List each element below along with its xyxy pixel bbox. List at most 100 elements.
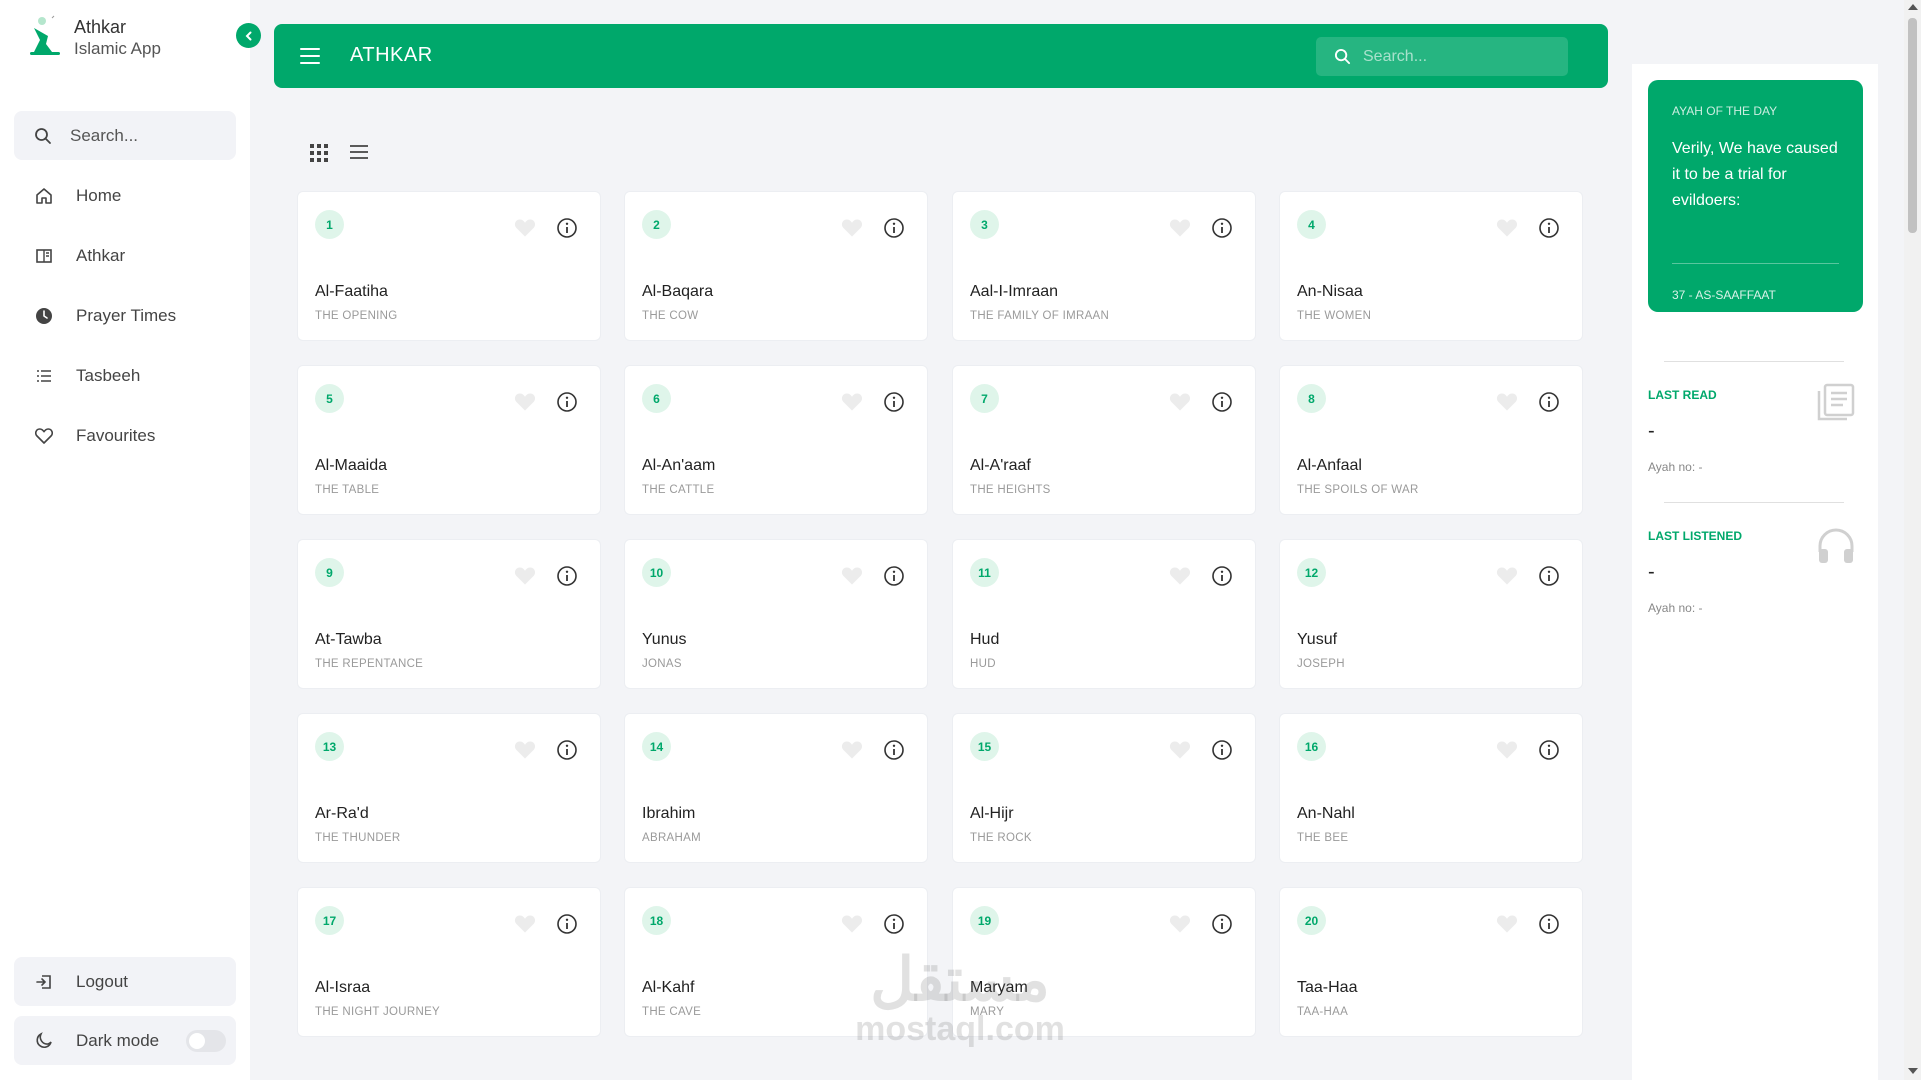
dark-mode-row: Dark mode bbox=[14, 1016, 236, 1065]
info-icon[interactable] bbox=[1538, 391, 1560, 413]
favourite-heart-icon[interactable] bbox=[1496, 392, 1518, 412]
dark-mode-toggle[interactable] bbox=[186, 1030, 226, 1052]
surah-card[interactable]: 10 Yunus JONAS bbox=[624, 539, 928, 689]
info-icon[interactable] bbox=[556, 913, 578, 935]
last-listened-heading: LAST LISTENED bbox=[1648, 529, 1743, 543]
app-logo-icon bbox=[28, 14, 62, 58]
surah-card[interactable]: 1 Al-Faatiha THE OPENING bbox=[297, 191, 601, 341]
scroll-up-arrow-icon[interactable] bbox=[1908, 4, 1918, 10]
sidebar-item-athkar[interactable]: Athkar bbox=[14, 233, 236, 279]
surah-card[interactable]: 17 Al-Israa THE NIGHT JOURNEY bbox=[297, 887, 601, 1037]
surah-card[interactable]: 7 Al-A'raaf THE HEIGHTS bbox=[952, 365, 1256, 515]
favourite-heart-icon[interactable] bbox=[1496, 914, 1518, 934]
surah-number-badge: 14 bbox=[642, 732, 671, 761]
favourite-heart-icon[interactable] bbox=[1169, 218, 1191, 238]
info-icon[interactable] bbox=[556, 739, 578, 761]
surah-card[interactable]: 3 Aal-I-Imraan THE FAMILY OF IMRAAN bbox=[952, 191, 1256, 341]
surah-card[interactable]: 5 Al-Maaida THE TABLE bbox=[297, 365, 601, 515]
favourite-heart-icon[interactable] bbox=[514, 218, 536, 238]
info-icon[interactable] bbox=[1538, 739, 1560, 761]
surah-name: An-Nisaa bbox=[1297, 283, 1363, 300]
search-icon bbox=[35, 127, 51, 144]
surah-card[interactable]: 4 An-Nisaa THE WOMEN bbox=[1279, 191, 1583, 341]
right-panel: AYAH OF THE DAY Verily, We have caused i… bbox=[1632, 64, 1878, 1080]
favourite-heart-icon[interactable] bbox=[1496, 218, 1518, 238]
hamburger-menu-icon[interactable] bbox=[300, 48, 320, 64]
brand[interactable]: Athkar Islamic App bbox=[28, 14, 161, 60]
ayah-of-the-day-card[interactable]: AYAH OF THE DAY Verily, We have caused i… bbox=[1648, 80, 1863, 312]
favourite-heart-icon[interactable] bbox=[514, 392, 536, 412]
favourite-heart-icon[interactable] bbox=[841, 740, 863, 760]
scrollbar-thumb[interactable] bbox=[1908, 18, 1917, 233]
collapse-sidebar-button[interactable] bbox=[236, 23, 261, 48]
surah-name: Aal-I-Imraan bbox=[970, 283, 1059, 300]
surah-number-badge: 5 bbox=[315, 384, 344, 413]
info-icon[interactable] bbox=[883, 739, 905, 761]
dark-mode-label: Dark mode bbox=[76, 1030, 160, 1050]
surah-card[interactable]: 12 Yusuf JOSEPH bbox=[1279, 539, 1583, 689]
surah-card[interactable]: 2 Al-Baqara THE COW bbox=[624, 191, 928, 341]
favourite-heart-icon[interactable] bbox=[841, 218, 863, 238]
surah-card[interactable]: 14 Ibrahim ABRAHAM bbox=[624, 713, 928, 863]
header-search[interactable] bbox=[1316, 37, 1568, 76]
sidebar-item-home[interactable]: Home bbox=[14, 173, 236, 219]
favourite-heart-icon[interactable] bbox=[514, 914, 536, 934]
favourite-heart-icon[interactable] bbox=[841, 914, 863, 934]
info-icon[interactable] bbox=[883, 217, 905, 239]
info-icon[interactable] bbox=[556, 391, 578, 413]
favourite-heart-icon[interactable] bbox=[514, 740, 536, 760]
scroll-down-arrow-icon[interactable] bbox=[1908, 1068, 1918, 1074]
surah-card[interactable]: 11 Hud HUD bbox=[952, 539, 1256, 689]
logout-button[interactable]: Logout bbox=[14, 957, 236, 1006]
favourite-heart-icon[interactable] bbox=[1496, 740, 1518, 760]
clock-icon bbox=[34, 306, 54, 326]
sidebar-item-label: Athkar bbox=[76, 246, 126, 265]
surah-meaning: THE CAVE bbox=[642, 1006, 702, 1018]
info-icon[interactable] bbox=[1538, 565, 1560, 587]
favourite-heart-icon[interactable] bbox=[1169, 914, 1191, 934]
info-icon[interactable] bbox=[883, 565, 905, 587]
surah-name: Al-Baqara bbox=[642, 283, 714, 300]
favourite-heart-icon[interactable] bbox=[841, 392, 863, 412]
header-search-input[interactable] bbox=[1363, 47, 1563, 66]
info-icon[interactable] bbox=[883, 913, 905, 935]
grid-view-icon[interactable] bbox=[310, 144, 328, 162]
surah-meaning: THE FAMILY OF IMRAAN bbox=[970, 310, 1110, 322]
favourite-heart-icon[interactable] bbox=[1169, 566, 1191, 586]
info-icon[interactable] bbox=[1211, 391, 1233, 413]
surah-card[interactable]: 16 An-Nahl THE BEE bbox=[1279, 713, 1583, 863]
sidebar-item-label: Favourites bbox=[76, 426, 156, 445]
surah-number-badge: 7 bbox=[970, 384, 999, 413]
surah-card[interactable]: 15 Al-Hijr THE ROCK bbox=[952, 713, 1256, 863]
sidebar-item-tasbeeh[interactable]: Tasbeeh bbox=[14, 353, 236, 399]
info-icon[interactable] bbox=[1538, 217, 1560, 239]
favourite-heart-icon[interactable] bbox=[514, 566, 536, 586]
surah-card[interactable]: 20 Taa-Haa TAA-HAA bbox=[1279, 887, 1583, 1037]
info-icon[interactable] bbox=[556, 217, 578, 239]
info-icon[interactable] bbox=[883, 391, 905, 413]
sidebar-search[interactable] bbox=[14, 111, 236, 160]
info-icon[interactable] bbox=[1211, 217, 1233, 239]
favourite-heart-icon[interactable] bbox=[1169, 740, 1191, 760]
info-icon[interactable] bbox=[1211, 739, 1233, 761]
surah-meaning: THE TABLE bbox=[315, 484, 380, 496]
info-icon[interactable] bbox=[1538, 913, 1560, 935]
info-icon[interactable] bbox=[556, 565, 578, 587]
favourite-heart-icon[interactable] bbox=[1496, 566, 1518, 586]
list-view-icon[interactable] bbox=[349, 144, 369, 162]
sidebar-item-favourites[interactable]: Favourites bbox=[14, 413, 236, 459]
info-icon[interactable] bbox=[1211, 913, 1233, 935]
surah-card[interactable]: 6 Al-An'aam THE CATTLE bbox=[624, 365, 928, 515]
surah-card[interactable]: 8 Al-Anfaal THE SPOILS OF WAR bbox=[1279, 365, 1583, 515]
favourite-heart-icon[interactable] bbox=[1169, 392, 1191, 412]
surah-card[interactable]: 13 Ar-Ra'd THE THUNDER bbox=[297, 713, 601, 863]
favourite-heart-icon[interactable] bbox=[841, 566, 863, 586]
surah-number-badge: 15 bbox=[970, 732, 999, 761]
surah-card[interactable]: 9 At-Tawba THE REPENTANCE bbox=[297, 539, 601, 689]
info-icon[interactable] bbox=[1211, 565, 1233, 587]
page-scrollbar[interactable] bbox=[1904, 0, 1921, 1080]
sidebar-item-prayer-times[interactable]: Prayer Times bbox=[14, 293, 236, 339]
app-title: Athkar bbox=[74, 17, 127, 37]
sidebar-search-input[interactable] bbox=[70, 125, 220, 146]
surah-meaning: JONAS bbox=[642, 658, 682, 670]
